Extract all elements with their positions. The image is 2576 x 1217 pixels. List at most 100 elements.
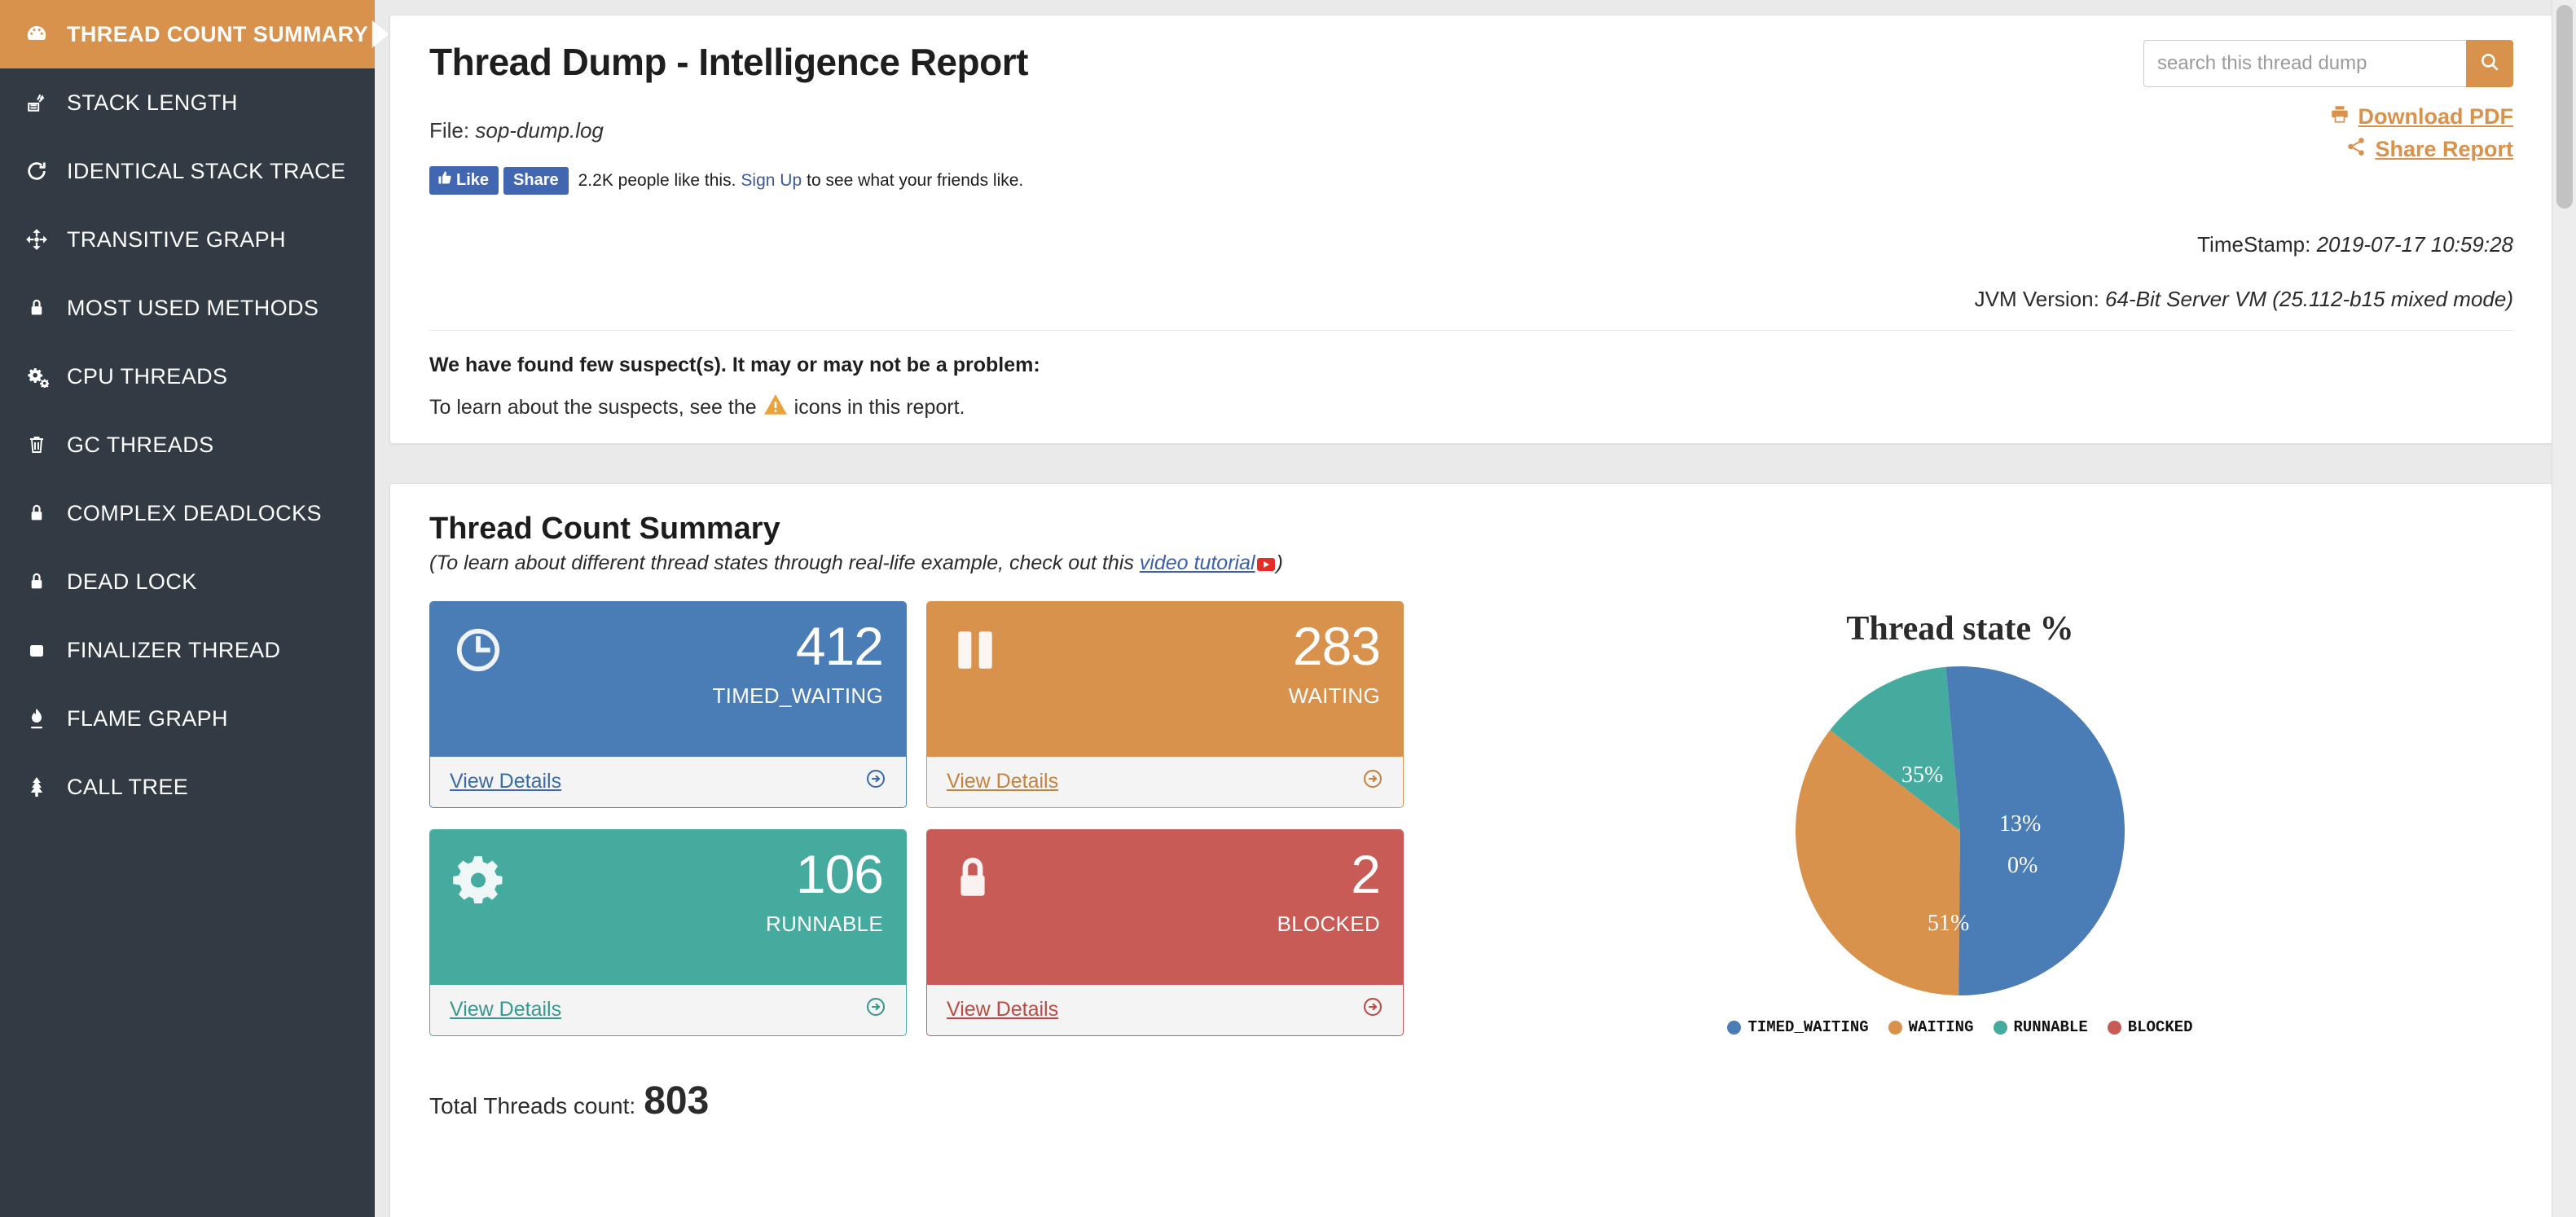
stat-card-footer[interactable]: View Details <box>430 757 906 806</box>
thumbs-up-icon <box>437 170 452 190</box>
stat-card-timed-waiting[interactable]: 412 TIMED_WAITING View Details <box>429 601 907 808</box>
search-icon <box>2479 51 2500 77</box>
stat-card-blocked[interactable]: 2 BLOCKED View Details <box>926 829 1404 1036</box>
stat-card-label: WAITING <box>1288 683 1380 708</box>
search-button[interactable] <box>2466 40 2513 87</box>
legend-label: WAITING <box>1908 1018 1974 1036</box>
video-tutorial-link[interactable]: video tutorial <box>1140 551 1255 574</box>
share-report-row[interactable]: Share Report <box>2345 136 2513 163</box>
lock-icon <box>15 503 59 524</box>
sidebar-item-gc-threads[interactable]: GC THREADS <box>0 411 375 479</box>
stat-card-values: 412 TIMED_WAITING <box>712 616 884 709</box>
view-details-link[interactable]: View Details <box>947 998 1058 1021</box>
view-details-link[interactable]: View Details <box>947 770 1058 793</box>
stat-card-runnable[interactable]: 106 RUNNABLE View Details <box>429 829 907 1036</box>
stat-card-values: 106 RUNNABLE <box>766 844 884 937</box>
total-threads-row: Total Threads count: 803 <box>429 1079 2513 1123</box>
view-details-link[interactable]: View Details <box>450 770 561 793</box>
suspect-heading: We have found few suspect(s). It may or … <box>429 354 1040 376</box>
gears-icon <box>15 365 59 388</box>
printer-icon <box>2329 103 2350 130</box>
report-meta: TimeStamp: 2019-07-17 10:59:28 JVM Versi… <box>429 232 2513 312</box>
view-details-link[interactable]: View Details <box>450 998 561 1021</box>
stat-card-footer[interactable]: View Details <box>927 757 1403 806</box>
stat-card-value: 283 <box>1292 616 1381 676</box>
legend-item-runnable: RUNNABLE <box>1993 1018 2088 1036</box>
sidebar-item-flame-graph[interactable]: FLAME GRAPH <box>0 684 375 753</box>
vertical-scrollbar[interactable] <box>2552 0 2576 1217</box>
facebook-share-button[interactable]: Share <box>503 166 569 195</box>
stat-card-footer[interactable]: View Details <box>927 985 1403 1034</box>
youtube-icon <box>1256 558 1275 571</box>
download-pdf-row[interactable]: Download PDF <box>2329 103 2514 130</box>
legend-label: TIMED_WAITING <box>1747 1018 1869 1036</box>
chart-legend: TIMED_WAITING WAITING RUNNABLE BLOCKED <box>1727 1018 2193 1036</box>
sidebar-item-identical-stack-trace[interactable]: IDENTICAL STACK TRACE <box>0 137 375 205</box>
jvm-version-label: JVM Version: <box>1974 287 2099 311</box>
cards-and-chart: 412 TIMED_WAITING View Details 283 WAITI… <box>429 601 2513 1036</box>
report-panel: Download PDF Share Report Thread Dump - … <box>389 15 2553 444</box>
pie-slice-label-blocked: 0% <box>2007 853 2038 878</box>
pie-slice-label-waiting: 35% <box>1901 762 1944 788</box>
facebook-signup-link[interactable]: Sign Up <box>741 171 802 191</box>
stat-card-values: 2 BLOCKED <box>1277 847 1381 937</box>
sidebar-item-thread-count-summary[interactable]: THREAD COUNT SUMMARY <box>0 0 389 68</box>
sidebar-item-most-used-methods[interactable]: MOST USED METHODS <box>0 274 375 342</box>
sidebar-item-finalizer-thread[interactable]: FINALIZER THREAD <box>0 616 375 684</box>
sidebar-item-complex-deadlocks[interactable]: COMPLEX DEADLOCKS <box>0 479 375 547</box>
sidebar-item-cpu-threads[interactable]: CPU THREADS <box>0 342 375 411</box>
arrow-right-circle-icon <box>865 768 886 795</box>
stat-card-label: TIMED_WAITING <box>712 683 883 708</box>
legend-item-waiting: WAITING <box>1888 1018 1974 1036</box>
download-pdf-link[interactable]: Download PDF <box>2358 104 2514 130</box>
warning-icon <box>763 393 788 422</box>
flame-icon <box>15 707 59 730</box>
thread-state-chart: Thread state % 35% 13% 0% 51% TIMED_WAIT… <box>1407 601 2513 1036</box>
stat-card-value: 106 <box>795 844 884 904</box>
lock-icon <box>15 297 59 319</box>
sidebar-item-stack-length[interactable]: STACK LENGTH <box>0 68 375 137</box>
lock-icon <box>950 853 996 907</box>
section-subtitle: (To learn about different thread states … <box>429 551 2513 575</box>
timestamp-value: 2019-07-17 10:59:28 <box>2316 232 2513 257</box>
share-report-link[interactable]: Share Report <box>2375 137 2513 162</box>
sidebar-item-label: GC THREADS <box>67 432 214 457</box>
section-title: Thread Count Summary <box>429 512 780 546</box>
stat-card-header: 2 BLOCKED <box>927 830 1403 985</box>
timestamp-row: TimeStamp: 2019-07-17 10:59:28 <box>429 232 2513 257</box>
sidebar-item-label: FLAME GRAPH <box>67 705 228 731</box>
legend-label: RUNNABLE <box>2013 1018 2088 1036</box>
share-icon <box>2345 136 2367 163</box>
stat-card-label: BLOCKED <box>1277 912 1380 936</box>
pie-chart-svg <box>1796 666 2125 995</box>
thread-count-summary-panel: Thread Count Summary (To learn about dif… <box>389 483 2553 1217</box>
suspect-text-before: To learn about the suspects, see the <box>429 396 757 419</box>
sidebar-item-label: CALL TREE <box>67 774 189 799</box>
scrollbar-thumb[interactable] <box>2556 5 2573 209</box>
chart-title: Thread state % <box>1846 610 2074 648</box>
gear-icon <box>453 853 503 907</box>
total-threads-label: Total Threads count: <box>429 1093 636 1118</box>
legend-dot-icon <box>1993 1020 2007 1035</box>
stat-card-value: 412 <box>795 616 884 676</box>
pie-slice-label-runnable: 13% <box>1999 811 2042 837</box>
sidebar-item-transitive-graph[interactable]: TRANSITIVE GRAPH <box>0 205 375 274</box>
search-input[interactable] <box>2143 40 2466 87</box>
stat-card-footer[interactable]: View Details <box>430 985 906 1034</box>
total-threads-value: 803 <box>644 1079 710 1123</box>
file-line: File: sop-dump.log <box>429 118 2513 143</box>
legend-dot-icon <box>2107 1020 2121 1035</box>
sidebar-item-label: CPU THREADS <box>67 363 228 389</box>
stat-card-header: 283 WAITING <box>927 602 1403 757</box>
sidebar-item-call-tree[interactable]: CALL TREE <box>0 753 375 821</box>
tree-icon <box>15 775 59 798</box>
stat-card-waiting[interactable]: 283 WAITING View Details <box>926 601 1404 808</box>
search-bar <box>2143 40 2513 87</box>
sidebar-item-dead-lock[interactable]: DEAD LOCK <box>0 547 375 616</box>
square-icon <box>15 640 59 660</box>
sidebar-item-label: DEAD LOCK <box>67 569 197 594</box>
legend-item-timed-waiting: TIMED_WAITING <box>1727 1018 1869 1036</box>
clock-icon <box>453 625 503 679</box>
facebook-like-button[interactable]: Like <box>429 166 499 195</box>
file-name: sop-dump.log <box>475 118 604 143</box>
